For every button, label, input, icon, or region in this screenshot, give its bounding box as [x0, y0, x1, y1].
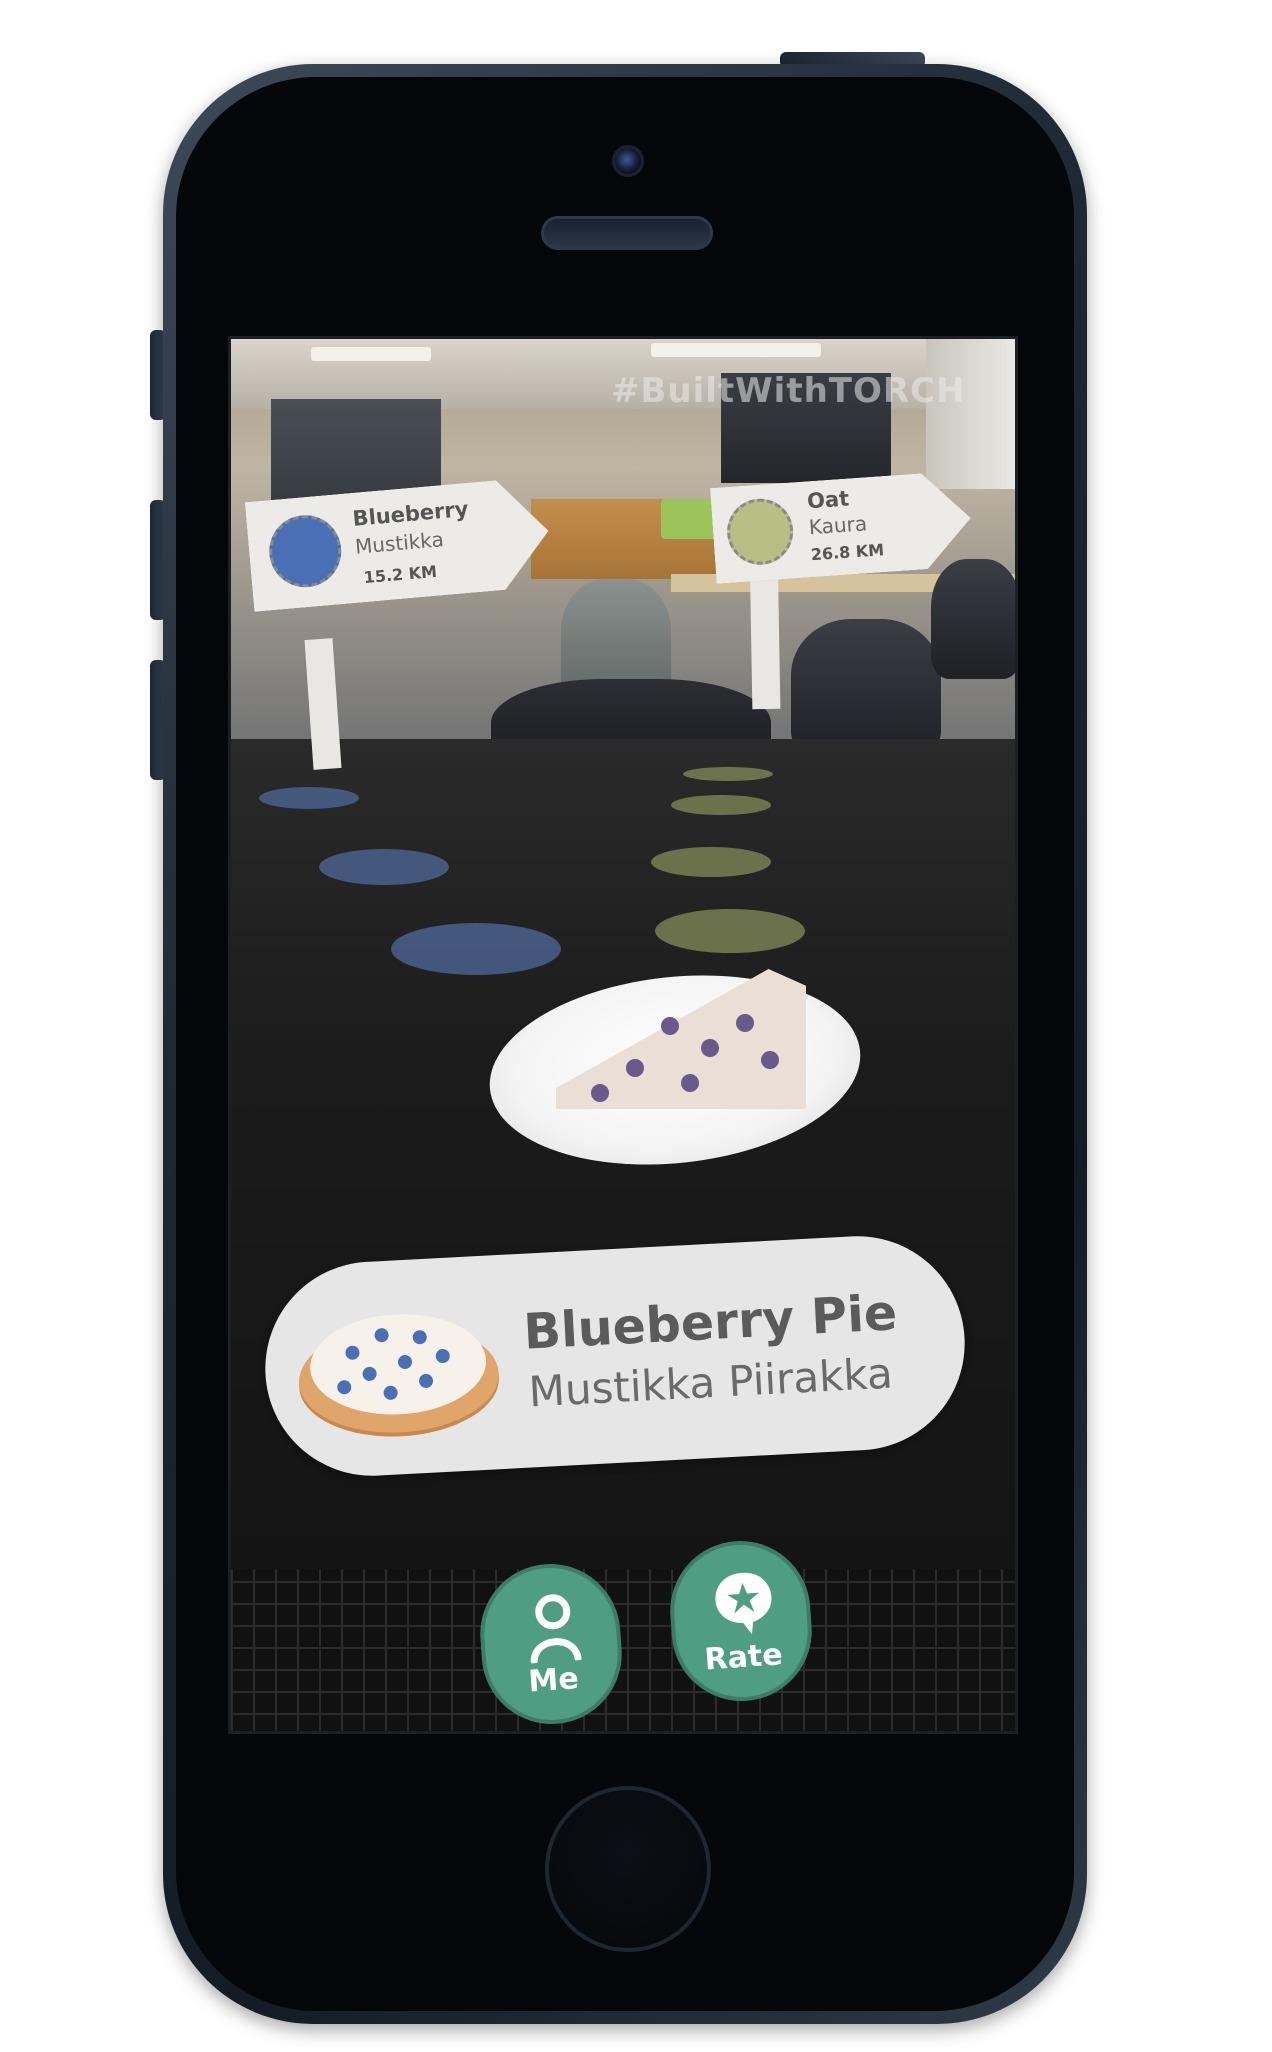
chair — [931, 559, 1015, 679]
signpost-distance: 26.8 KM — [810, 540, 885, 565]
signpost-subtitle: Mustikka — [354, 527, 445, 559]
floor-grate — [231, 1569, 1015, 1731]
me-label: Me — [527, 1661, 580, 1700]
watermark: #BuiltWithTORCH — [611, 371, 966, 411]
pie-berry — [661, 1017, 679, 1035]
rate-star-icon — [715, 1572, 772, 1635]
earpiece-speaker — [541, 216, 713, 250]
ceiling-light — [311, 347, 431, 361]
signpost-title: Blueberry — [351, 496, 470, 531]
oat-path-marker — [683, 767, 773, 781]
oat-path-marker — [671, 795, 771, 815]
blueberry-path-marker — [259, 787, 359, 809]
oat-path-marker — [651, 847, 771, 877]
chair — [791, 619, 941, 759]
front-camera — [612, 145, 644, 177]
blueberry-pie-icon — [298, 1314, 499, 1437]
blueberry-path-marker — [319, 849, 449, 885]
rate-label: Rate — [703, 1637, 784, 1678]
pie-berry — [761, 1051, 779, 1069]
pie-berry — [591, 1084, 609, 1102]
device-mockup: #BuiltWithTORCH Blueberry Mustikka 15.2 … — [0, 0, 1272, 2052]
signpost-subtitle: Kaura — [808, 511, 868, 540]
pie-berry — [701, 1039, 719, 1057]
food-info-card[interactable]: Blueberry Pie Mustikka Piirakka — [259, 1230, 971, 1482]
food-subtitle: Mustikka Piirakka — [527, 1348, 894, 1417]
signpost-title: Oat — [806, 486, 850, 514]
window — [926, 339, 1015, 489]
oat-icon — [725, 497, 795, 567]
home-button[interactable] — [545, 1786, 711, 1952]
pie-berry — [736, 1014, 754, 1032]
signpost-distance: 15.2 KM — [362, 561, 438, 588]
profile-icon — [530, 1594, 582, 1664]
pie-berry — [681, 1074, 699, 1092]
ceiling-light — [651, 343, 821, 357]
blueberry-icon — [266, 512, 344, 590]
blueberry-path-marker — [391, 923, 561, 975]
food-title: Blueberry Pie — [522, 1284, 899, 1361]
oat-path-marker — [655, 909, 805, 953]
ar-camera-view[interactable]: #BuiltWithTORCH Blueberry Mustikka 15.2 … — [228, 336, 1018, 1734]
pie-berry — [626, 1059, 644, 1077]
